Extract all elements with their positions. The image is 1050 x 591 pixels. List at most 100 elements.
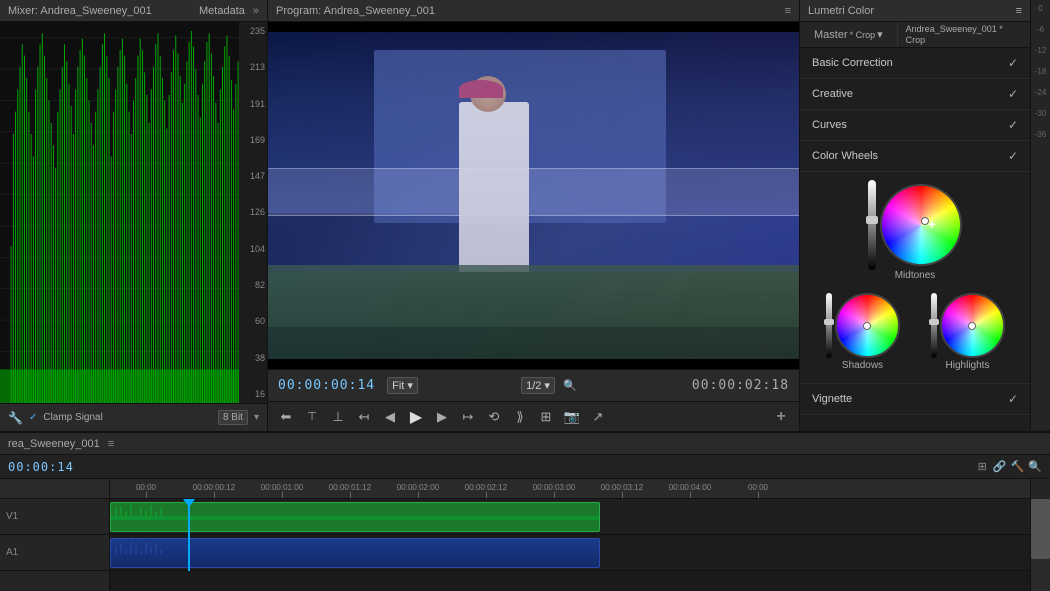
tl-hammer-icon[interactable]: 🔨: [1011, 460, 1025, 473]
video-preview: [268, 22, 799, 369]
quality-dropdown[interactable]: 1/2 ▾: [521, 377, 555, 394]
highlights-wheel-container: Highlights: [917, 293, 1018, 371]
lumetri-sections-list: Basic Correction ✓ Creative ✓ Curves ✓ C…: [800, 48, 1030, 431]
timeline-controls: 00:00:14 ⊞ 🔗 🔨 🔍: [0, 455, 1050, 479]
track-header-v1: V1: [0, 499, 109, 535]
clip-crop-tab[interactable]: Andrea_Sweeney_001 * Crop: [898, 20, 1030, 50]
mixer-title: Mixer: Andrea_Sweeney_001: [8, 5, 152, 17]
scroll-thumb[interactable]: [1031, 499, 1050, 559]
lumetri-menu-icon[interactable]: ≡: [1016, 5, 1022, 17]
program-monitor-header: Program: Andrea_Sweeney_001 ≡: [268, 0, 799, 22]
audio-clip[interactable]: [110, 538, 600, 568]
transport-controls: ⬅ ⊤ ⊥ ↤ ◀ ▶ ▶ ↦ ⟲ ⟫ ⊞ 📷 ↗ +: [268, 401, 799, 431]
go-in-btn[interactable]: ↤: [354, 407, 374, 427]
ruler-mark-400: 00:00:04:00: [656, 483, 724, 498]
mixer-panel-header: Mixer: Andrea_Sweeney_001 Metadata »: [0, 0, 267, 22]
play-btn[interactable]: ▶: [406, 407, 426, 427]
midtones-slider-thumb[interactable]: [866, 216, 878, 224]
shadows-wheel[interactable]: [835, 293, 900, 358]
vignette-section[interactable]: Vignette ✓: [800, 384, 1030, 415]
ruler-n30: -30: [1033, 109, 1048, 118]
highlights-crosshair[interactable]: [968, 322, 976, 330]
mixer-expand-icon[interactable]: »: [253, 5, 259, 17]
ruler-n36: -36: [1033, 130, 1048, 139]
ruler-mark-312: 00:00:03:12: [588, 483, 656, 498]
mark-out-btn[interactable]: ⊥: [328, 407, 348, 427]
mark-btn[interactable]: ⊤: [302, 407, 322, 427]
mark-in-btn[interactable]: ⬅: [276, 407, 296, 427]
midtones-crosshair[interactable]: +: [921, 217, 929, 225]
timeline-ruler: 00:00 00:00:00:12 00:00:01:00 00:00:01:1…: [110, 479, 1030, 499]
ruler-mark-112: 00:00:01:12: [316, 483, 384, 498]
color-wheels-section-header[interactable]: Color Wheels ✓: [800, 141, 1030, 172]
ruler-n18: -18: [1033, 67, 1048, 76]
timeline-header: rea_Sweeney_001 ≡: [0, 433, 1050, 455]
ruler-mark-300: 00:00:03:00: [520, 483, 588, 498]
ruler-mark-212: 00:00:02:12: [452, 483, 520, 498]
step-back-btn[interactable]: ◀: [380, 407, 400, 427]
curves-check: ✓: [1008, 118, 1018, 132]
master-crop-tab[interactable]: Master * Crop ▾: [800, 22, 898, 47]
scroll-track[interactable]: [1031, 499, 1050, 591]
timeline-playhead[interactable]: [188, 499, 190, 571]
ruler-0: 0: [1033, 4, 1048, 13]
shadows-highlights-row: Shadows Highlights: [808, 289, 1022, 375]
timeline-body: V1 A1 00:00 00:00:00:12: [0, 479, 1050, 591]
video-clip[interactable]: [110, 502, 600, 532]
bit-depth-chevron[interactable]: ▾: [254, 412, 259, 423]
shadows-with-slider: [826, 293, 900, 358]
program-controls-bar: 00:00:00:14 Fit ▾ 1/2 ▾ 🔍 00:00:02:18: [268, 369, 799, 401]
tl-link-icon[interactable]: 🔗: [993, 460, 1007, 473]
lift-btn[interactable]: ⊞: [536, 407, 556, 427]
camera-btn[interactable]: 📷: [562, 407, 582, 427]
ruler-mark-12: 00:00:00:12: [180, 483, 248, 498]
highlights-wheel[interactable]: [940, 293, 1005, 358]
highlights-with-slider: [931, 293, 1005, 358]
bit-depth-label[interactable]: 8 Bit: [218, 410, 248, 425]
shadows-wheel-container: Shadows: [812, 293, 913, 371]
go-out-btn[interactable]: ↦: [458, 407, 478, 427]
midtones-slider[interactable]: [868, 180, 876, 270]
timeline-timecode: 00:00:14: [8, 460, 74, 474]
program-menu-icon[interactable]: ≡: [785, 5, 791, 17]
timeline-menu-icon[interactable]: ≡: [108, 438, 114, 450]
curves-section[interactable]: Curves ✓: [800, 110, 1030, 141]
fit-dropdown[interactable]: Fit ▾: [387, 377, 418, 394]
creative-check: ✓: [1008, 87, 1018, 101]
metadata-label[interactable]: Metadata: [199, 5, 245, 17]
highlights-label: Highlights: [946, 360, 990, 371]
export-btn[interactable]: ↗: [588, 407, 608, 427]
basic-correction-section[interactable]: Basic Correction ✓: [800, 48, 1030, 79]
clamp-checkbox[interactable]: ✓: [29, 412, 37, 423]
ruler-mark-100: 00:00:01:00: [248, 483, 316, 498]
creative-label: Creative: [812, 88, 853, 100]
timeline-panel: rea_Sweeney_001 ≡ 00:00:14 ⊞ 🔗 🔨 🔍 V1 A1: [0, 431, 1050, 591]
ruler-n24: -24: [1033, 88, 1048, 97]
highlights-slider[interactable]: [931, 293, 937, 358]
wrench-icon[interactable]: 🔧: [8, 411, 23, 425]
color-wheels-label: Color Wheels: [812, 150, 878, 162]
vignette-label: Vignette: [812, 393, 852, 405]
creative-section[interactable]: Creative ✓: [800, 79, 1030, 110]
shadows-crosshair[interactable]: [863, 322, 871, 330]
add-btn[interactable]: +: [771, 407, 791, 427]
ripple-btn[interactable]: ⟫: [510, 407, 530, 427]
ruler-n6: -6: [1033, 25, 1048, 34]
tl-nest-icon[interactable]: ⊞: [978, 460, 987, 473]
loop-btn[interactable]: ⟲: [484, 407, 504, 427]
step-fwd-btn[interactable]: ▶: [432, 407, 452, 427]
midtones-wheel[interactable]: +: [880, 184, 962, 266]
shadows-slider-thumb[interactable]: [824, 319, 834, 325]
clamp-signal-label: Clamp Signal: [43, 412, 102, 423]
video-track: [110, 499, 1030, 535]
lumetri-color-panel: Lumetri Color ≡ Master * Crop ▾ Andrea_S…: [800, 0, 1030, 431]
zoom-icon[interactable]: 🔍: [563, 379, 577, 392]
timeline-scrollbar[interactable]: [1030, 479, 1050, 591]
mixer-panel: Mixer: Andrea_Sweeney_001 Metadata »: [0, 0, 268, 431]
highlights-slider-thumb[interactable]: [929, 319, 939, 325]
shadows-slider[interactable]: [826, 293, 832, 358]
tl-zoom-icon[interactable]: 🔍: [1028, 460, 1042, 473]
audio-track: [110, 535, 1030, 571]
right-ruler-strip: 0 -6 -12 -18 -24 -30 -36: [1030, 0, 1050, 430]
ruler-mark-200: 00:00:02:00: [384, 483, 452, 498]
